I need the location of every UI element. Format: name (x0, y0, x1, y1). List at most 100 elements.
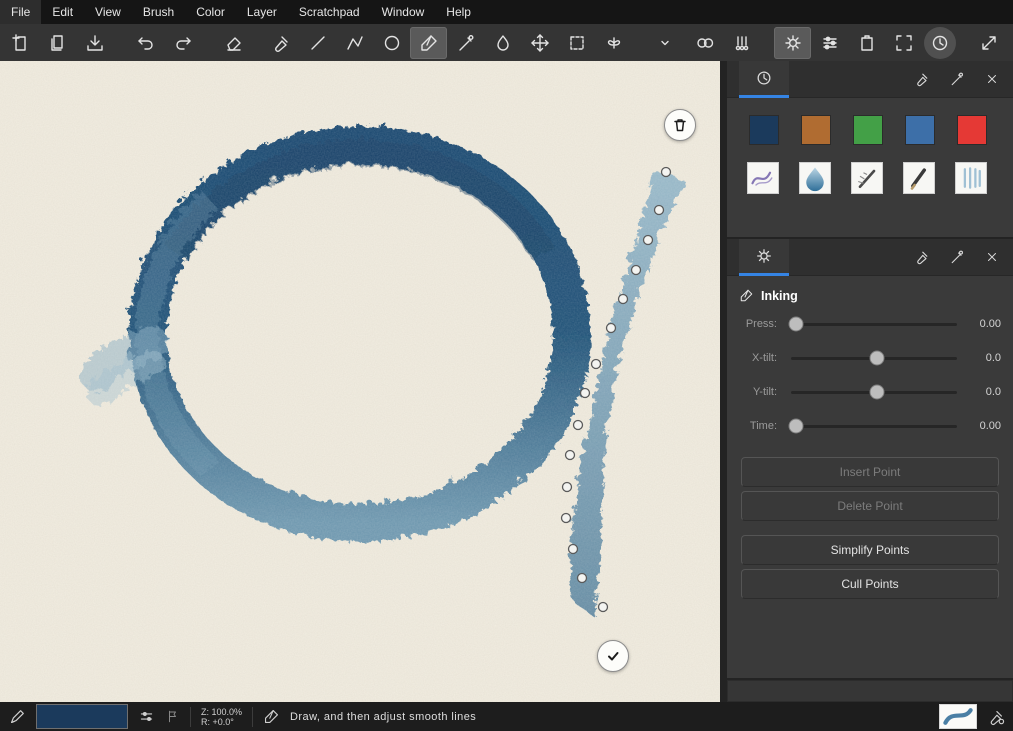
simplify-points-button[interactable]: Simplify Points (741, 535, 999, 565)
collapsed-panel[interactable] (727, 680, 1013, 702)
color-sampler-button[interactable] (686, 27, 723, 59)
slider-handle[interactable] (788, 317, 803, 332)
stroke-node (563, 483, 572, 492)
color-swatch[interactable] (905, 115, 935, 145)
gear-icon (783, 33, 803, 53)
brush-preset-pencil[interactable] (903, 162, 935, 194)
brush-adjustments-button[interactable] (811, 27, 848, 59)
line-tool-button[interactable] (299, 27, 336, 59)
stroke-node (566, 451, 575, 460)
undo-icon (136, 33, 156, 53)
menu-color[interactable]: Color (185, 0, 236, 24)
trash-icon (672, 117, 688, 133)
canvas[interactable] (0, 61, 720, 702)
xtilt-slider[interactable] (791, 357, 957, 360)
scratchpad-button[interactable] (848, 27, 885, 59)
panel-close-button[interactable] (979, 66, 1005, 92)
pick-color-button[interactable] (447, 27, 484, 59)
brush-settings-button[interactable] (774, 27, 811, 59)
history-panel-button[interactable] (924, 27, 956, 59)
delete-point-button[interactable]: Delete Point (741, 491, 999, 521)
stroke-node (619, 295, 628, 304)
color-swatch[interactable] (749, 115, 779, 145)
tab-history[interactable] (739, 61, 789, 98)
brush-preset-chalk[interactable] (955, 162, 987, 194)
save-file-icon (85, 33, 105, 53)
insert-point-button[interactable]: Insert Point (741, 457, 999, 487)
menu-brush[interactable]: Brush (132, 0, 185, 24)
ellipse-tool-button[interactable] (373, 27, 410, 59)
cull-points-button[interactable]: Cull Points (741, 569, 999, 599)
brushes-icon (732, 33, 752, 53)
brush-preset-wash[interactable] (799, 162, 831, 194)
brush-preview-thumbnail[interactable] (939, 704, 977, 729)
stroke-node (578, 574, 587, 583)
panel-close-button[interactable] (979, 244, 1005, 270)
slider-handle[interactable] (870, 385, 885, 400)
connected-lines-button[interactable] (336, 27, 373, 59)
chalk-strokes-icon (957, 164, 985, 192)
current-color-swatch[interactable] (36, 704, 128, 729)
slider-handle[interactable] (788, 419, 803, 434)
ytilt-slider[interactable] (791, 391, 957, 394)
color-swatch[interactable] (801, 115, 831, 145)
panel-pick-button[interactable] (944, 244, 970, 270)
brush-adjustments-icon[interactable] (138, 708, 155, 725)
menu-layer[interactable]: Layer (236, 0, 288, 24)
eraser-icon (224, 33, 244, 53)
discard-stroke-button[interactable] (664, 109, 696, 141)
menu-file[interactable]: File (0, 0, 41, 24)
color-swatch[interactable] (853, 115, 883, 145)
fullscreen-button[interactable] (885, 27, 922, 59)
save-file-button[interactable] (76, 27, 113, 59)
brush-preset-sketch-pencil[interactable] (851, 162, 883, 194)
stroke-node (632, 266, 641, 275)
menu-view[interactable]: View (84, 0, 132, 24)
panel-brush-button[interactable] (909, 66, 935, 92)
freehand-brush-button[interactable] (262, 27, 299, 59)
redo-button[interactable] (164, 27, 201, 59)
open-file-button[interactable] (39, 27, 76, 59)
flag-icon[interactable] (165, 709, 180, 724)
panel-actions (909, 66, 1013, 92)
new-file-button[interactable] (2, 27, 39, 59)
history-panel (727, 61, 1013, 237)
ytilt-slider-row: Y-tilt: 0.0 (727, 375, 1013, 409)
symmetry-button[interactable] (595, 27, 632, 59)
slider-label: X-tilt: (739, 352, 783, 364)
stroke-node (581, 389, 590, 398)
color-picker-icon (456, 33, 476, 53)
slider-handle[interactable] (870, 351, 885, 366)
brush-preset-scribble[interactable] (747, 162, 779, 194)
time-slider[interactable] (791, 425, 957, 428)
eraser-button[interactable] (215, 27, 252, 59)
menu-window[interactable]: Window (371, 0, 436, 24)
tab-tool-options[interactable] (739, 239, 789, 276)
accept-stroke-button[interactable] (597, 640, 629, 672)
pencil-icon (905, 164, 933, 192)
tool-dropdown-button[interactable] (654, 27, 676, 59)
menu-help[interactable]: Help (435, 0, 482, 24)
menu-scratchpad[interactable]: Scratchpad (288, 0, 371, 24)
brush-groups-button[interactable] (723, 27, 760, 59)
brush-stroke-preview (941, 706, 975, 727)
close-icon (985, 250, 999, 264)
inking-tool-button[interactable] (410, 27, 447, 59)
move-view-button[interactable] (521, 27, 558, 59)
color-picker-icon (949, 249, 965, 265)
press-slider[interactable] (791, 323, 957, 326)
panel-pick-button[interactable] (944, 66, 970, 92)
chevron-down-icon (658, 36, 672, 50)
expand-view-button[interactable] (970, 27, 1007, 59)
stroke-node (569, 545, 578, 554)
tool-indicator-icon (8, 708, 26, 726)
menu-edit[interactable]: Edit (41, 0, 84, 24)
flood-fill-button[interactable] (484, 27, 521, 59)
slider-value: 0.0 (965, 352, 1001, 364)
color-swatch[interactable] (957, 115, 987, 145)
rect-select-button[interactable] (558, 27, 595, 59)
undo-button[interactable] (127, 27, 164, 59)
xtilt-slider-row: X-tilt: 0.0 (727, 341, 1013, 375)
brush-settings-icon[interactable] (987, 708, 1005, 726)
panel-brush-button[interactable] (909, 244, 935, 270)
